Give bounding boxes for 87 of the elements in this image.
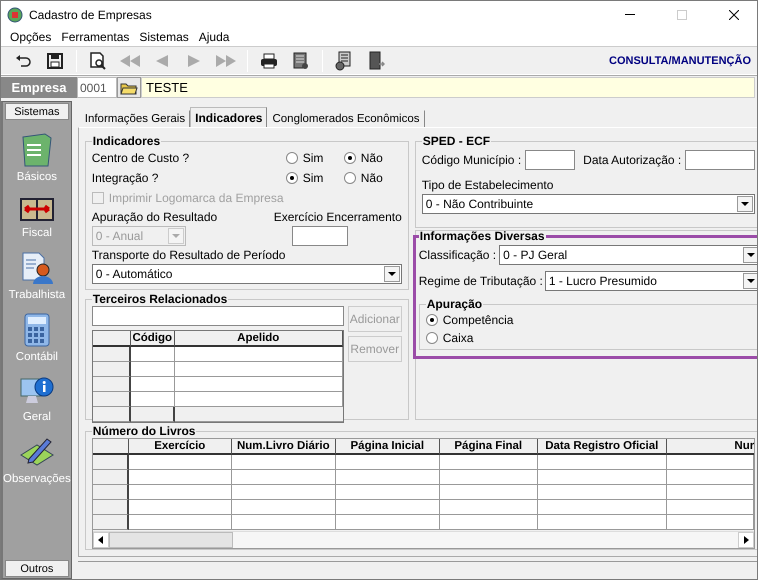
document-folder-icon xyxy=(20,133,53,167)
maximize-icon xyxy=(677,10,687,20)
company-code-field[interactable]: 0001 xyxy=(77,77,117,98)
previous-record-icon xyxy=(155,54,169,68)
field-label: Classificação : xyxy=(418,248,496,262)
radio-option[interactable]: Caixa xyxy=(426,331,474,345)
horizontal-scrollbar[interactable] xyxy=(92,531,754,548)
field-label: Data Autorização : xyxy=(583,153,682,167)
window-title: Cadastro de Empresas xyxy=(29,8,153,22)
scroll-right-button[interactable] xyxy=(738,532,754,548)
field-label: Apuração do Resultado xyxy=(92,210,218,224)
dropdown[interactable]: 0 - PJ Geral xyxy=(499,245,757,265)
field-label: Regime de Tributação : xyxy=(418,274,543,288)
company-name-field[interactable]: TESTE xyxy=(141,77,755,98)
radio-option[interactable]: Não xyxy=(344,151,402,165)
open-folder-button[interactable] xyxy=(117,77,141,98)
column-header: Página Inicial xyxy=(336,439,440,455)
scrollbar-thumb[interactable] xyxy=(108,532,233,548)
menu-item[interactable]: Ajuda xyxy=(194,30,234,44)
field-label: Transporte do Resultado de Período xyxy=(92,248,286,262)
right-arrow-icon xyxy=(744,536,749,544)
tab[interactable]: Indicadores xyxy=(190,107,268,127)
row-header-cell xyxy=(92,515,129,530)
checkbox-label: Imprimir Logomarca da Empresa xyxy=(108,191,284,205)
input-field[interactable] xyxy=(292,226,348,246)
radio-option[interactable]: Não xyxy=(344,171,402,185)
column-header: Página Final xyxy=(440,439,538,455)
row-header-cell xyxy=(92,485,129,500)
last-record-icon xyxy=(215,54,237,68)
table-cell xyxy=(130,362,175,377)
first-record-icon xyxy=(119,54,141,68)
scroll-left-button[interactable] xyxy=(92,532,109,548)
menu-item[interactable]: Opções xyxy=(5,30,56,44)
field-label: Exercício Encerramento xyxy=(274,210,402,224)
table-cell xyxy=(130,347,175,362)
row-header-cell xyxy=(92,500,129,515)
group-title: SPED - ECF xyxy=(422,134,492,148)
group-title: Indicadores xyxy=(92,134,162,148)
sidebar-footer-button[interactable]: Outros xyxy=(5,560,69,577)
group-title: Informações Diversas xyxy=(418,229,546,243)
table-cell xyxy=(130,392,175,407)
dropdown[interactable]: 0 - Não Contribuinte xyxy=(422,194,756,214)
undo-icon xyxy=(15,54,31,68)
dropdown[interactable]: 0 - Automático xyxy=(92,264,402,284)
close-icon xyxy=(729,10,739,20)
field-label: Código Município : xyxy=(422,153,522,167)
app-logo-icon xyxy=(7,6,23,22)
folder-icon xyxy=(120,80,138,95)
group-title: Apuração xyxy=(426,297,484,311)
menu-item[interactable]: Ferramentas xyxy=(56,30,134,44)
question-label: Centro de Custo ? xyxy=(92,151,190,165)
radio-option[interactable]: Competência xyxy=(426,313,514,327)
column-header: Nur xyxy=(666,439,754,455)
row-header-cell xyxy=(92,470,129,485)
minimize-icon xyxy=(625,14,635,16)
document-person-icon xyxy=(20,251,53,285)
column-header: Data Registro Oficial xyxy=(538,439,667,455)
radio-option[interactable]: Sim xyxy=(286,171,344,185)
menu-item[interactable]: Sistemas xyxy=(134,30,194,44)
left-arrow-icon xyxy=(98,536,104,544)
column-header: Num.Livro Diário xyxy=(232,439,336,455)
print-preview-icon xyxy=(89,52,107,70)
table-corner-cell xyxy=(92,439,129,455)
mode-label: CONSULTA/MANUTENÇÃO xyxy=(609,54,751,67)
exit-door-icon xyxy=(367,50,385,71)
input-field[interactable] xyxy=(525,150,576,170)
sidebar-header-button[interactable]: Sistemas xyxy=(5,103,69,120)
dropdown[interactable]: 1 - Lucro Presumido xyxy=(544,271,757,291)
question-label: Integração ? xyxy=(92,171,160,185)
column-header: Apelido xyxy=(174,331,343,347)
open-book-icon xyxy=(18,195,55,223)
row-header-cell xyxy=(92,455,129,470)
field-label: Tipo de Estabelecimento xyxy=(422,178,554,192)
calculator-icon xyxy=(22,313,51,347)
company-label: Empresa xyxy=(1,77,77,98)
search-field[interactable] xyxy=(92,306,344,326)
next-record-icon xyxy=(187,54,201,68)
group-title: Número do Livros xyxy=(92,424,196,438)
table-cell xyxy=(130,377,175,392)
input-field[interactable] xyxy=(685,150,756,170)
printer-icon xyxy=(260,52,278,69)
column-header: Código xyxy=(130,331,175,347)
column-header: Exercício xyxy=(128,439,232,455)
report-icon xyxy=(292,52,310,70)
save-icon xyxy=(47,52,63,69)
radio-option[interactable]: Sim xyxy=(286,151,344,165)
group-title: Terceiros Relacionados xyxy=(92,292,228,306)
